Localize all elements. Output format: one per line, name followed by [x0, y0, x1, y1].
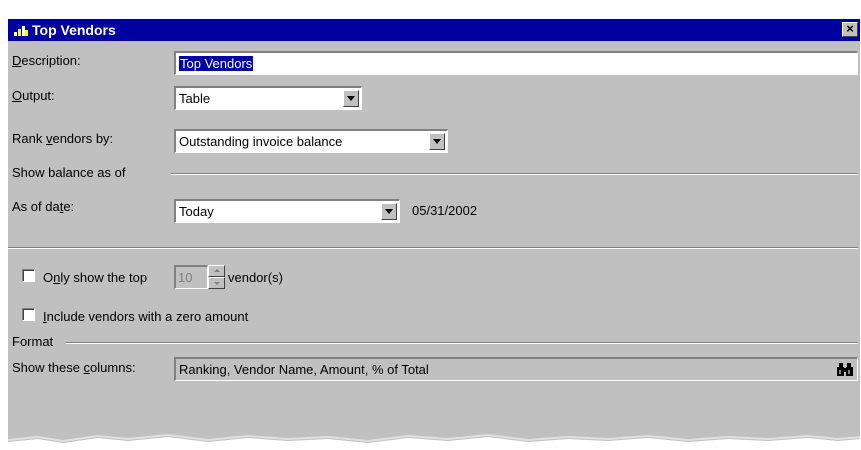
rank-label: Rank vendors by:: [12, 131, 114, 146]
chevron-down-icon[interactable]: [381, 203, 397, 220]
output-select[interactable]: Table: [174, 86, 362, 110]
as-of-date-value: Today: [179, 204, 214, 219]
output-label: Output:: [12, 88, 55, 103]
columns-label: Show these columns:: [12, 360, 136, 375]
top-count-input[interactable]: 10: [174, 265, 208, 289]
columns-value: Ranking, Vendor Name, Amount, % of Total: [179, 362, 429, 377]
rank-value: Outstanding invoice balance: [179, 134, 343, 149]
columns-field[interactable]: Ranking, Vendor Name, Amount, % of Total: [174, 357, 858, 381]
dialog-window: Top Vendors × Description: Top Vendors O…: [7, 18, 860, 450]
as-of-date-label: As of date:: [12, 199, 75, 214]
vendors-suffix-label: vendor(s): [228, 270, 283, 285]
as-of-date-select[interactable]: Today: [174, 199, 400, 223]
only-show-top-label[interactable]: Only show the top: [43, 270, 147, 285]
close-button[interactable]: ×: [842, 22, 858, 37]
chevron-down-icon[interactable]: [343, 90, 359, 107]
report-icon: [14, 26, 28, 36]
section-divider: [8, 247, 858, 249]
binoculars-icon[interactable]: [837, 362, 853, 377]
close-icon: ×: [846, 21, 854, 36]
include-zero-label[interactable]: Include vendors with a zero amount: [43, 309, 248, 324]
title-bar[interactable]: Top Vendors ×: [8, 19, 860, 41]
description-label: Description:: [12, 53, 81, 68]
description-field[interactable]: Top Vendors: [174, 51, 858, 75]
description-value: Top Vendors: [179, 56, 254, 71]
format-group-divider: [66, 342, 858, 344]
rank-select[interactable]: Outstanding invoice balance: [174, 129, 448, 153]
output-value: Table: [179, 91, 211, 106]
chevron-down-icon[interactable]: [429, 133, 445, 150]
as-of-date-display: 05/31/2002: [412, 203, 478, 218]
window-title: Top Vendors: [32, 22, 116, 38]
balance-group-label: Show balance as of: [12, 165, 126, 180]
torn-edge: [8, 433, 860, 450]
only-show-top-checkbox[interactable]: [22, 269, 35, 282]
balance-group-divider: [171, 173, 858, 175]
format-group-label: Format: [12, 334, 54, 349]
spin-down-button[interactable]: [208, 277, 225, 289]
spin-up-button[interactable]: [208, 265, 225, 277]
include-zero-checkbox[interactable]: [22, 308, 35, 321]
